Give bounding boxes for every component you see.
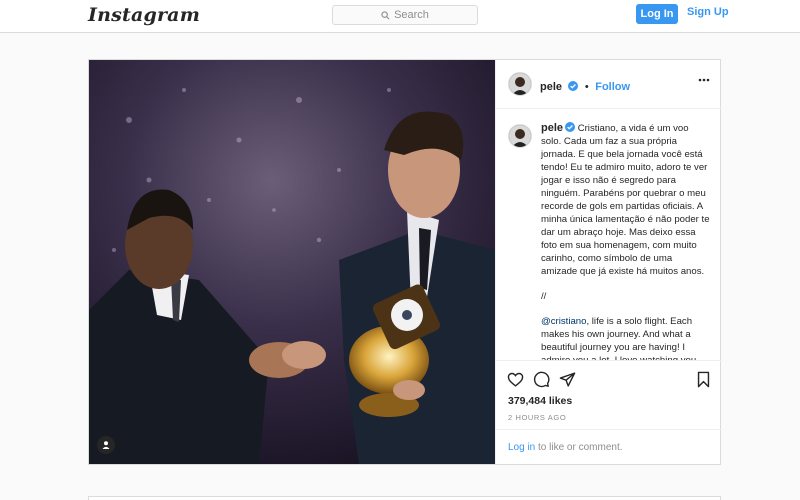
- author-avatar[interactable]: [508, 72, 532, 96]
- post-header: pele • Follow: [496, 60, 722, 109]
- search-icon: [381, 10, 390, 19]
- more-options-icon[interactable]: [698, 78, 710, 82]
- avatar-image: [509, 125, 531, 147]
- post-actions: 379,484 likes 2 HOURS AGO Log in to like…: [496, 360, 722, 465]
- login-button[interactable]: Log In: [636, 4, 678, 24]
- caption-username[interactable]: pele: [541, 122, 563, 134]
- like-count[interactable]: 379,484 likes: [508, 395, 572, 407]
- author-username[interactable]: pele: [540, 81, 562, 93]
- heart-icon[interactable]: [507, 371, 524, 388]
- photo-illustration: [89, 60, 495, 464]
- caption-avatar[interactable]: [508, 124, 532, 148]
- avatar-image: [509, 73, 531, 95]
- login-link[interactable]: Log in: [508, 442, 535, 453]
- post-caption: pele Cristiano, a vida é um voo solo. Ca…: [541, 122, 711, 360]
- post-sidebar: pele • Follow pele Cristiano, a vida é u…: [495, 60, 722, 464]
- comment-icon[interactable]: [533, 371, 550, 388]
- bookmark-icon[interactable]: [695, 371, 712, 388]
- search-placeholder: Search: [394, 9, 429, 21]
- comment-prompt-text: to like or comment.: [535, 442, 623, 453]
- comment-prompt: Log in to like or comment.: [496, 429, 722, 465]
- mention-link[interactable]: @cristiano: [541, 316, 586, 327]
- signup-link[interactable]: Sign Up: [687, 6, 729, 18]
- separator-dot: •: [584, 81, 589, 93]
- user-tag-icon[interactable]: [97, 436, 115, 454]
- caption-separator: //: [541, 291, 547, 302]
- top-nav-bar: Instagram Search Log In Sign Up: [0, 0, 800, 33]
- caption-text-pt: Cristiano, a vida é um voo solo. Cada um…: [541, 123, 710, 277]
- search-input[interactable]: Search: [332, 5, 478, 25]
- verified-badge-icon: [568, 81, 579, 91]
- instagram-logo[interactable]: Instagram: [88, 4, 200, 26]
- person-icon: [102, 441, 110, 449]
- caption-area: pele Cristiano, a vida é um voo solo. Ca…: [496, 108, 722, 360]
- verified-badge-icon: [565, 122, 576, 132]
- post-author-line: pele • Follow: [540, 77, 630, 95]
- post-timestamp: 2 HOURS AGO: [508, 413, 567, 422]
- post-photo[interactable]: [89, 60, 495, 464]
- post-card: pele • Follow pele Cristiano, a vida é u…: [88, 59, 722, 465]
- next-post-edge: [88, 496, 721, 500]
- share-icon[interactable]: [559, 371, 576, 388]
- follow-button[interactable]: Follow: [595, 81, 630, 93]
